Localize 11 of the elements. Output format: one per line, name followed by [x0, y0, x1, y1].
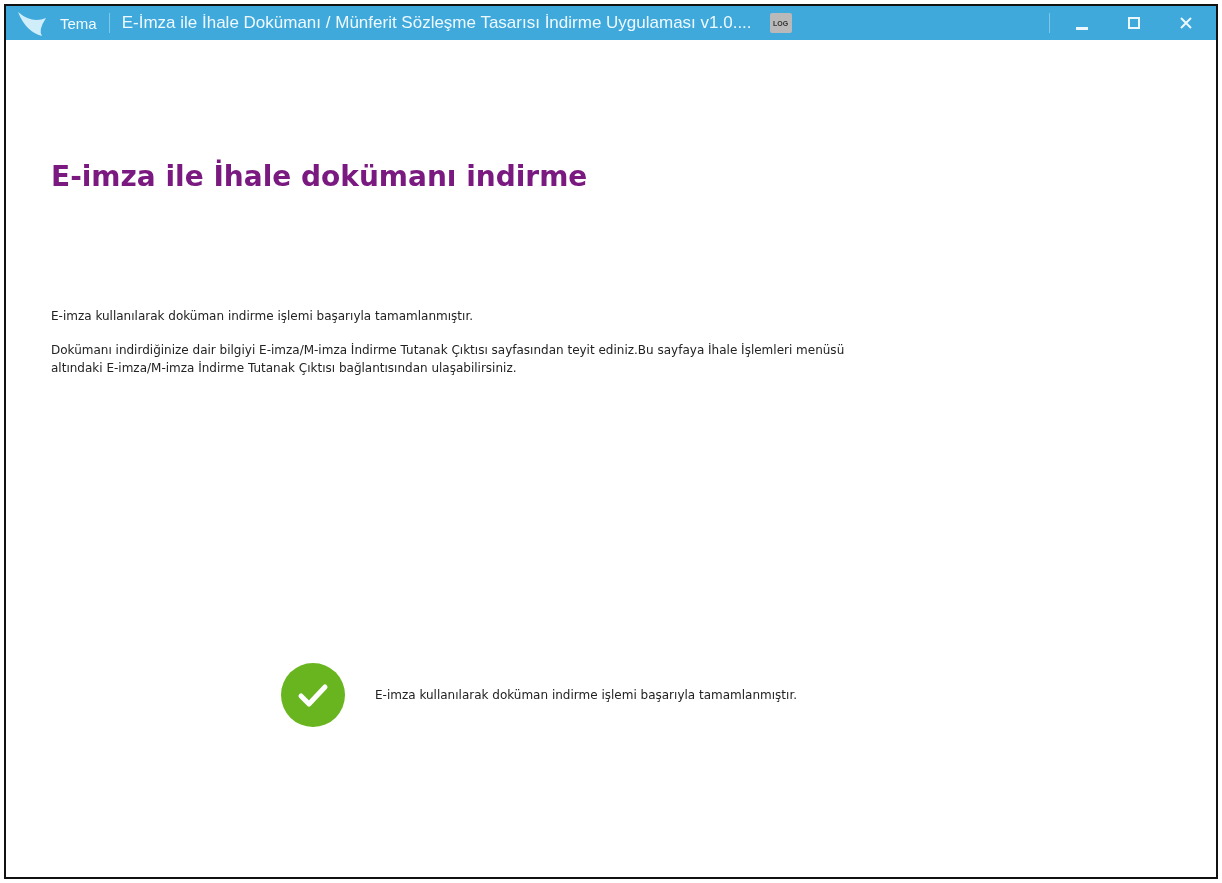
app-logo-icon	[16, 10, 48, 36]
minimize-icon	[1076, 26, 1088, 30]
status-message: E-imza kullanılarak doküman indirme işlemi başarıyla tamamlanmıştır.	[375, 688, 798, 702]
info-paragraph: Dokümanı indirdiğinize dair bilgiyi E-imza/M-imza İndirme Tutanak Çıktısı sayfasından teyit ediniz.Bu sayfaya İhale İşlemleri menüsü altındaki E-imza/M-imza İndirme Tutanak Çıktısı bağlantısından ulaşabilirsiniz.	[51, 342, 846, 377]
check-circle-icon	[281, 663, 345, 727]
page-heading: E-imza ile İhale dokümanı indirme	[51, 160, 589, 193]
info-paragraph: E-imza kullanılarak doküman indirme işlemi başarıyla tamamlanmıştır.	[51, 308, 475, 325]
close-icon	[1180, 17, 1192, 29]
app-name: Tema	[60, 14, 97, 32]
maximize-icon	[1128, 17, 1140, 29]
window-title: E-İmza ile İhale Dokümanı / Münferit Sözleşme Tasarısı İndirme Uygulaması v1.0....	[121, 13, 752, 33]
